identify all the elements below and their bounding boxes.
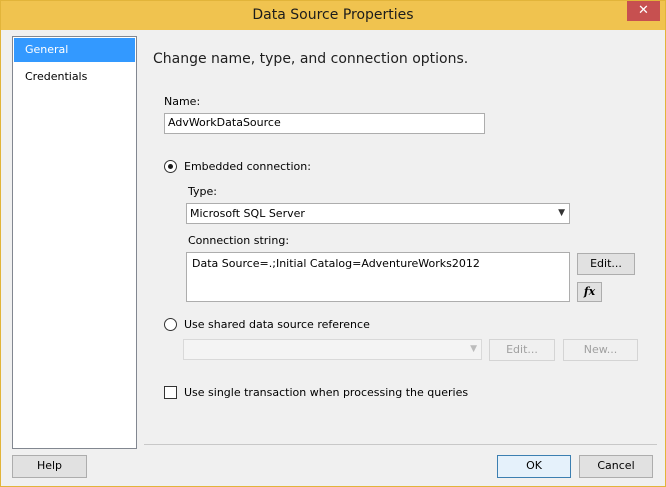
chevron-down-icon: ▼ xyxy=(470,344,477,354)
connection-edit-button[interactable]: Edit... xyxy=(577,253,635,275)
ok-button[interactable]: OK xyxy=(497,455,571,478)
shared-data-source-select[interactable]: ▼ xyxy=(183,339,482,360)
title-bar: Data Source Properties ✕ xyxy=(1,1,665,30)
sidebar-item-general[interactable]: General xyxy=(14,38,135,62)
shared-edit-button[interactable]: Edit... xyxy=(489,339,555,361)
expression-button[interactable]: fx xyxy=(577,282,602,302)
fx-icon: fx xyxy=(583,285,596,298)
embedded-connection-label: Embedded connection: xyxy=(184,160,311,173)
divider xyxy=(144,444,657,445)
chevron-down-icon: ▼ xyxy=(558,208,565,218)
shared-data-source-label: Use shared data source reference xyxy=(184,318,370,331)
help-button[interactable]: Help xyxy=(12,455,87,478)
page-title: Change name, type, and connection option… xyxy=(153,51,469,67)
shared-new-button[interactable]: New... xyxy=(563,339,638,361)
name-label: Name: xyxy=(164,95,201,108)
type-select-value: Microsoft SQL Server xyxy=(190,207,305,220)
sidebar: General Credentials xyxy=(12,36,137,449)
single-transaction-checkbox[interactable] xyxy=(164,386,177,399)
cancel-button[interactable]: Cancel xyxy=(579,455,653,478)
embedded-connection-radio[interactable] xyxy=(164,160,177,173)
connection-string-label: Connection string: xyxy=(188,234,290,247)
name-input[interactable]: AdvWorkDataSource xyxy=(164,113,485,134)
window-title: Data Source Properties xyxy=(252,7,414,23)
close-icon: ✕ xyxy=(638,3,649,18)
type-label: Type: xyxy=(188,185,217,198)
single-transaction-label: Use single transaction when processing t… xyxy=(184,386,469,399)
close-button[interactable]: ✕ xyxy=(627,1,660,21)
sidebar-item-credentials[interactable]: Credentials xyxy=(14,65,135,89)
shared-data-source-radio[interactable] xyxy=(164,318,177,331)
connection-string-textarea[interactable]: Data Source=.;Initial Catalog=AdventureW… xyxy=(186,252,570,302)
type-select[interactable]: Microsoft SQL Server ▼ xyxy=(186,203,570,224)
